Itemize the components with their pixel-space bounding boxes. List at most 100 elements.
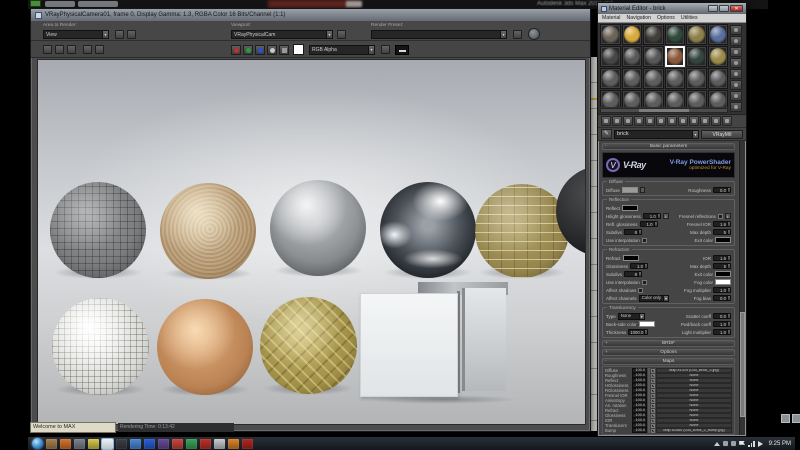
panel-scrollbar[interactable] xyxy=(739,141,745,435)
color-swatch[interactable] xyxy=(715,271,731,277)
map-amount-spinner[interactable]: 100.0 xyxy=(632,383,647,388)
taskbar-app-icon[interactable] xyxy=(186,438,197,449)
start-button[interactable] xyxy=(32,438,43,449)
material-type-button[interactable]: VRayMtl xyxy=(701,129,743,139)
material-sample-slot[interactable] xyxy=(686,90,707,107)
go-forward-icon[interactable] xyxy=(711,116,721,126)
reset-map-icon[interactable] xyxy=(634,116,644,126)
spinner-arrows-icon[interactable] xyxy=(727,264,730,268)
map-enable-checkbox[interactable]: ✓ xyxy=(651,383,655,388)
spinner-arrows-icon[interactable] xyxy=(644,264,648,268)
spinner[interactable]: 5 xyxy=(713,263,731,269)
options-icon[interactable] xyxy=(730,91,742,101)
taskbar-app-icon[interactable] xyxy=(116,438,127,449)
material-sample-slot[interactable] xyxy=(643,68,664,89)
spinner-arrows-icon[interactable] xyxy=(727,288,730,292)
map-slot-button[interactable]: None xyxy=(656,418,732,423)
material-sample-slot[interactable] xyxy=(621,68,642,89)
map-enable-checkbox[interactable]: ✓ xyxy=(651,378,655,383)
map-slot-button[interactable]: None xyxy=(656,408,732,413)
sample-horizontal-scrollbar[interactable] xyxy=(600,108,728,113)
render-teapot-icon[interactable] xyxy=(528,28,540,40)
spinner-arrows-icon[interactable] xyxy=(648,408,650,413)
desktop-shortcut-icon[interactable] xyxy=(792,414,800,423)
taskbar-app-icon[interactable] xyxy=(102,438,113,449)
volume-icon[interactable] xyxy=(757,440,766,447)
material-sample-slot[interactable] xyxy=(686,68,707,89)
checkbox[interactable] xyxy=(641,237,647,243)
copy-image-icon[interactable] xyxy=(83,45,92,54)
spinner[interactable]: 8 xyxy=(624,271,643,277)
spinner-arrows-icon[interactable] xyxy=(648,413,650,418)
background-icon[interactable] xyxy=(730,47,742,57)
color-swatch[interactable] xyxy=(622,205,639,211)
assign-material-icon[interactable] xyxy=(623,116,633,126)
spinner-arrows-icon[interactable] xyxy=(727,322,730,326)
network-icon[interactable] xyxy=(748,440,755,447)
spinner-arrows-icon[interactable] xyxy=(648,418,650,423)
desktop-shortcut-icon[interactable] xyxy=(781,414,790,423)
spinner-arrows-icon[interactable] xyxy=(648,423,650,428)
material-sample-slot[interactable] xyxy=(600,68,621,89)
material-sample-slot[interactable] xyxy=(643,46,664,67)
spinner[interactable]: 8 xyxy=(624,229,643,235)
mini-button[interactable]: L xyxy=(724,213,731,219)
tray-app-icon[interactable] xyxy=(731,441,737,446)
map-amount-spinner[interactable]: 100.0 xyxy=(632,413,647,418)
taskbar-app-icon[interactable] xyxy=(228,438,239,449)
map-slot-button[interactable]: None xyxy=(656,398,732,403)
material-editor-titlebar[interactable]: Material Editor - brick ✕ xyxy=(598,3,746,14)
map-amount-spinner[interactable]: 100.0 xyxy=(632,423,647,428)
map-enable-checkbox[interactable]: ✓ xyxy=(651,413,655,418)
video-color-check-icon[interactable] xyxy=(730,69,742,79)
pick-material-icon[interactable] xyxy=(722,116,732,126)
spinner-arrows-icon[interactable] xyxy=(648,368,650,373)
show-map-viewport-icon[interactable] xyxy=(678,116,688,126)
rollout-basic-parameters[interactable]: Basic parameters xyxy=(602,143,735,150)
material-sample-slot[interactable] xyxy=(600,90,621,107)
color-swatch[interactable] xyxy=(715,279,731,285)
sample-tiling-icon[interactable] xyxy=(730,58,742,68)
map-slot-button[interactable]: None xyxy=(656,373,732,378)
material-sample-slot[interactable] xyxy=(600,46,621,67)
map-slot-button[interactable]: None xyxy=(656,393,732,398)
menu-navigation[interactable]: Navigation xyxy=(626,15,651,21)
sample-type-icon[interactable] xyxy=(730,25,742,35)
map-enable-checkbox[interactable]: ✓ xyxy=(651,423,655,428)
spinner-arrows-icon[interactable] xyxy=(648,378,650,383)
spinner-arrows-icon[interactable] xyxy=(648,428,650,433)
viewport-dropdown[interactable]: VRayPhysicalCam ▾ xyxy=(231,30,333,39)
map-enable-checkbox[interactable]: ✓ xyxy=(651,373,655,378)
put-material-icon[interactable] xyxy=(612,116,622,126)
map-slot-button[interactable]: Map #1060 (034_Brick_2_bump.jpg) xyxy=(656,428,732,433)
menu-options[interactable]: Options xyxy=(657,15,675,21)
spinner-arrows-icon[interactable] xyxy=(727,222,730,226)
spinner[interactable]: 0.0 xyxy=(713,295,731,301)
spinner[interactable]: 1.6 xyxy=(713,221,731,227)
rollout-options[interactable]: Options xyxy=(602,349,735,356)
map-enable-checkbox[interactable]: ✓ xyxy=(651,398,655,403)
checkbox[interactable] xyxy=(717,213,723,219)
alpha-channel-icon[interactable] xyxy=(279,45,289,55)
spinner-arrows-icon[interactable] xyxy=(648,388,650,393)
spinner[interactable]: 1000.0 xyxy=(628,329,649,335)
spinner-arrows-icon[interactable] xyxy=(653,222,657,226)
map-enable-checkbox[interactable]: ✓ xyxy=(651,403,655,408)
taskbar-app-icon[interactable] xyxy=(172,438,183,449)
map-enable-checkbox[interactable]: ✓ xyxy=(651,368,655,373)
spinner-arrows-icon[interactable] xyxy=(638,230,642,234)
taskbar-app-icon[interactable] xyxy=(214,438,225,449)
spinner[interactable]: 0.0 xyxy=(713,313,731,319)
map-slot-button[interactable]: None xyxy=(656,378,732,383)
spinner-arrows-icon[interactable] xyxy=(648,383,650,388)
map-slot-button[interactable]: None xyxy=(656,413,732,418)
render-preset-dropdown[interactable]: ▾ xyxy=(371,30,507,39)
spinner-arrows-icon[interactable] xyxy=(727,296,730,300)
spinner-arrows-icon[interactable] xyxy=(648,373,650,378)
area-to-render-dropdown[interactable]: View ▾ xyxy=(43,30,109,39)
map-enable-checkbox[interactable]: ✓ xyxy=(651,428,655,433)
map-slot-button[interactable]: None xyxy=(656,383,732,388)
material-sample-slot[interactable] xyxy=(621,90,642,107)
map-amount-spinner[interactable]: 100.0 xyxy=(632,378,647,383)
material-sample-slot[interactable] xyxy=(643,24,664,45)
